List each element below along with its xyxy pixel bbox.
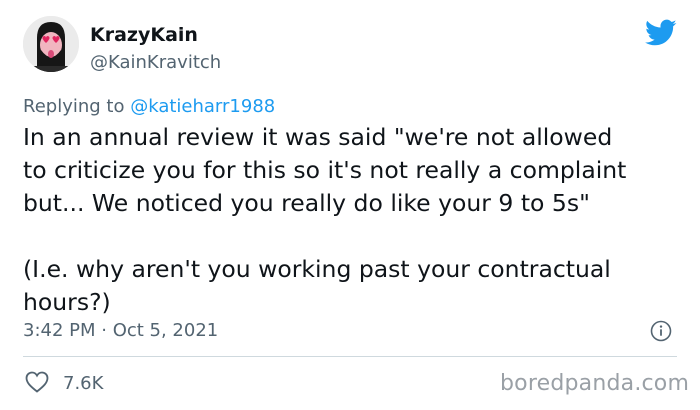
- user-handle[interactable]: @KainKravitch: [90, 52, 221, 73]
- tweet-text-line: hours?): [23, 288, 111, 316]
- tweet-text-line: to criticize you for this so it's not re…: [23, 156, 627, 184]
- like-count[interactable]: 7.6K: [63, 373, 103, 394]
- info-icon[interactable]: [650, 320, 672, 342]
- tweet-text-line: (I.e. why aren't you working past your c…: [23, 255, 611, 283]
- reply-prefix: Replying to: [23, 96, 125, 117]
- avatar[interactable]: [23, 16, 79, 72]
- tweet-timestamp[interactable]: 3:42 PM · Oct 5, 2021: [23, 320, 218, 341]
- twitter-bird-icon[interactable]: [645, 19, 677, 47]
- tweet-card: KrazyKain @KainKravitch Replying to @kat…: [0, 0, 700, 410]
- heart-icon[interactable]: [25, 371, 49, 393]
- display-name[interactable]: KrazyKain: [90, 24, 198, 46]
- reply-context: Replying to @katieharr1988: [23, 96, 275, 117]
- tweet-text-line: but... We noticed you really do like you…: [23, 189, 590, 217]
- watermark: boredpanda.com: [500, 371, 690, 396]
- tweet-text-line: In an annual review it was said "we're n…: [23, 123, 613, 151]
- tweet-text: In an annual review it was said "we're n…: [23, 121, 693, 319]
- reply-mention-link[interactable]: @katieharr1988: [130, 96, 275, 117]
- divider: [23, 356, 677, 357]
- avatar-image: [23, 16, 79, 72]
